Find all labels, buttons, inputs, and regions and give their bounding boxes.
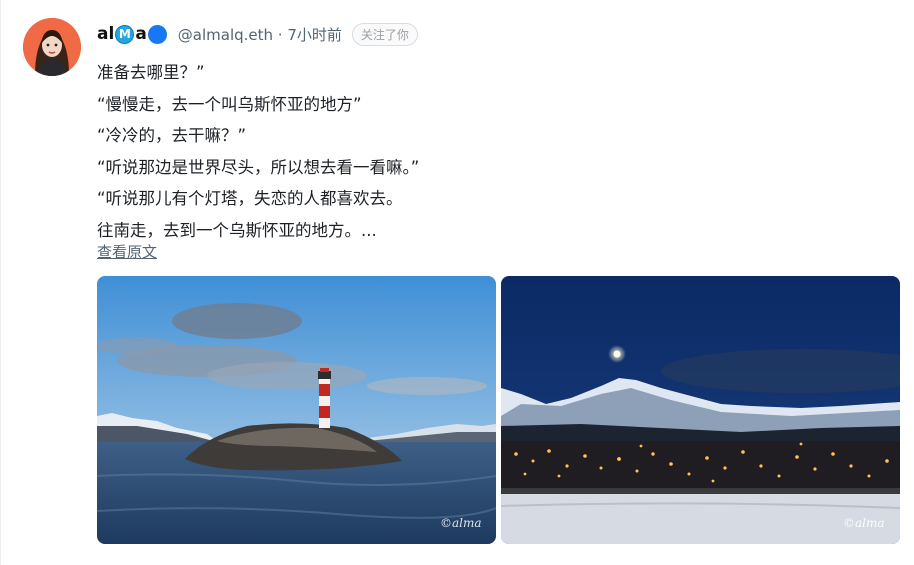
follows-you-badge: 关注了你 xyxy=(351,22,418,46)
post-line: 准备去哪里？” xyxy=(97,63,205,82)
post-line: 往南走，去到一个乌斯怀亚的地方。... xyxy=(97,220,377,240)
author-name[interactable]: al M a xyxy=(97,24,168,44)
photo-lighthouse[interactable]: ©alma xyxy=(97,276,496,544)
post-line: “慢慢走，去一个叫乌斯怀亚的地方” xyxy=(97,94,362,114)
post-text: 准备去哪里？” “慢慢走，去一个叫乌斯怀亚的地方” “冷冷的，去干嘛？” “听说… xyxy=(97,57,887,246)
post-line: “冷冷的，去干嘛？” xyxy=(97,126,247,145)
m-badge-icon: M xyxy=(115,24,135,44)
post-card: al M a @almalq.eth · 7小时前 关注了你 准备去哪里？” “… xyxy=(0,0,914,565)
author-name-middle: a xyxy=(135,24,147,44)
post-line: “听说那边是世界尽头，所以想去看一看嘛。” xyxy=(97,157,420,177)
post-line: “听说那儿有个灯塔，失恋的人都喜欢去。 xyxy=(97,189,403,208)
photo-watermark: ©alma xyxy=(843,516,885,530)
author-name-prefix: al xyxy=(97,24,115,44)
post-header: al M a @almalq.eth · 7小时前 关注了你 xyxy=(97,21,418,47)
photo-night-town[interactable]: ©alma xyxy=(501,276,900,544)
author-handle-time[interactable]: @almalq.eth · 7小时前 xyxy=(178,24,342,45)
blue-circle-icon xyxy=(147,24,167,44)
show-original-link[interactable]: 查看原文 xyxy=(97,241,157,262)
avatar[interactable] xyxy=(23,18,81,76)
photo-watermark: ©alma xyxy=(440,516,482,530)
